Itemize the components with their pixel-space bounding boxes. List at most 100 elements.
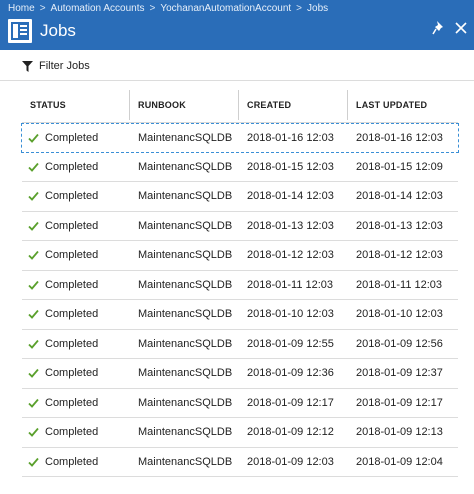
- status-text: Completed: [45, 160, 99, 173]
- status-cell: Completed: [28, 359, 98, 387]
- status-text: Completed: [45, 278, 99, 291]
- checkmark-icon: [28, 457, 39, 467]
- status-text: Completed: [45, 190, 99, 202]
- created-cell: 2018-01-09 12:12: [247, 426, 334, 438]
- table-row[interactable]: Completed MaintenancSQLDB 2018-01-14 12:03…: [22, 182, 458, 212]
- table-row[interactable]: Completed MaintenancSQLDB 2018-01-11 12:03…: [22, 271, 458, 300]
- breadcrumb-separator: >: [149, 3, 156, 14]
- runbook-cell: MaintenancSQLDB: [138, 249, 233, 261]
- column-divider[interactable]: [238, 90, 239, 120]
- runbook-cell: MaintenancSQLDB: [138, 278, 233, 291]
- checkmark-icon: [28, 368, 39, 378]
- created-cell: 2018-01-09 12:55: [247, 337, 334, 350]
- runbook-cell: MaintenancSQLDB: [138, 426, 233, 438]
- checkmark-icon: [28, 309, 39, 319]
- breadcrumb-home[interactable]: Home: [8, 3, 35, 14]
- status-text: Completed: [45, 426, 99, 438]
- last-updated-cell: 2018-01-10 12:03: [356, 308, 443, 320]
- table-header: STATUS RUNBOOK CREATED LAST UPDATED: [22, 88, 458, 123]
- status-text: Completed: [45, 337, 99, 350]
- column-header-status[interactable]: STATUS: [30, 88, 66, 122]
- checkmark-icon: [28, 339, 39, 349]
- created-cell: 2018-01-09 12:36: [247, 367, 334, 379]
- pin-icon[interactable]: [432, 20, 446, 36]
- checkmark-icon: [28, 221, 39, 231]
- last-updated-cell: 2018-01-13 12:03: [356, 219, 443, 232]
- filter-jobs-label: Filter Jobs: [39, 60, 90, 72]
- column-header-last-updated[interactable]: LAST UPDATED: [356, 88, 427, 122]
- runbook-cell: MaintenancSQLDB: [138, 455, 233, 468]
- column-divider[interactable]: [347, 90, 348, 120]
- breadcrumb-separator: >: [39, 3, 46, 14]
- column-header-created[interactable]: CREATED: [247, 88, 291, 122]
- status-text: Completed: [45, 132, 99, 144]
- filter-jobs-button[interactable]: Filter Jobs: [22, 58, 90, 74]
- created-cell: 2018-01-16 12:03: [247, 132, 334, 144]
- last-updated-cell: 2018-01-16 12:03: [356, 132, 443, 144]
- status-cell: Completed: [28, 241, 98, 269]
- runbook-cell: MaintenancSQLDB: [138, 396, 233, 409]
- status-cell: Completed: [28, 418, 98, 446]
- status-cell: Completed: [28, 182, 98, 210]
- checkmark-icon: [28, 133, 39, 143]
- runbook-cell: MaintenancSQLDB: [138, 219, 233, 232]
- last-updated-cell: 2018-01-14 12:03: [356, 190, 443, 202]
- runbook-cell: MaintenancSQLDB: [138, 367, 233, 379]
- last-updated-cell: 2018-01-12 12:03: [356, 249, 443, 261]
- status-cell: Completed: [28, 448, 98, 476]
- table-row[interactable]: Completed MaintenancSQLDB 2018-01-10 12:03…: [22, 300, 458, 330]
- created-cell: 2018-01-12 12:03: [247, 249, 334, 261]
- table-row[interactable]: Completed MaintenancSQLDB 2018-01-12 12:03…: [22, 241, 458, 271]
- status-cell: Completed: [28, 271, 98, 299]
- breadcrumb-automation-accounts[interactable]: Automation Accounts: [51, 3, 145, 14]
- table-row[interactable]: Completed MaintenancSQLDB 2018-01-09 12:03…: [22, 448, 458, 477]
- table-row[interactable]: Completed MaintenancSQLDB 2018-01-09 12:17…: [22, 389, 458, 418]
- status-cell: Completed: [28, 124, 98, 152]
- breadcrumb-automation-account[interactable]: YochananAutomationAccount: [160, 3, 291, 14]
- status-text: Completed: [45, 249, 99, 261]
- created-cell: 2018-01-11 12:03: [247, 278, 334, 291]
- status-text: Completed: [45, 367, 99, 379]
- jobs-table: STATUS RUNBOOK CREATED LAST UPDATED Comp…: [21, 88, 459, 477]
- column-divider[interactable]: [129, 90, 130, 120]
- created-cell: 2018-01-15 12:03: [247, 160, 334, 173]
- status-text: Completed: [45, 455, 99, 468]
- close-icon[interactable]: [455, 21, 467, 34]
- table-row[interactable]: Completed MaintenancSQLDB 2018-01-09 12:36…: [22, 359, 458, 389]
- status-cell: Completed: [28, 153, 98, 181]
- last-updated-cell: 2018-01-09 12:37: [356, 367, 443, 379]
- last-updated-cell: 2018-01-15 12:09: [356, 160, 443, 173]
- column-header-runbook[interactable]: RUNBOOK: [138, 88, 186, 122]
- created-cell: 2018-01-09 12:17: [247, 396, 334, 409]
- filter-icon: [22, 60, 33, 72]
- table-row[interactable]: Completed MaintenancSQLDB 2018-01-16 12:03…: [21, 123, 459, 153]
- table-row[interactable]: Completed MaintenancSQLDB 2018-01-09 12:55…: [22, 330, 458, 359]
- table-row[interactable]: Completed MaintenancSQLDB 2018-01-15 12:03…: [22, 153, 458, 182]
- checkmark-icon: [28, 427, 39, 437]
- created-cell: 2018-01-09 12:03: [247, 455, 334, 468]
- status-text: Completed: [45, 396, 99, 409]
- checkmark-icon: [28, 280, 39, 290]
- table-row[interactable]: Completed MaintenancSQLDB 2018-01-09 12:12…: [22, 418, 458, 448]
- created-cell: 2018-01-13 12:03: [247, 219, 334, 232]
- status-text: Completed: [45, 219, 99, 232]
- breadcrumb: Home > Automation Accounts > YochananAut…: [8, 1, 328, 16]
- breadcrumb-separator: >: [296, 3, 303, 14]
- last-updated-cell: 2018-01-09 12:04: [356, 455, 443, 468]
- runbook-cell: MaintenancSQLDB: [138, 190, 233, 202]
- last-updated-cell: 2018-01-11 12:03: [356, 278, 443, 291]
- status-cell: Completed: [28, 389, 98, 417]
- checkmark-icon: [28, 250, 39, 260]
- page-title: Jobs: [40, 21, 76, 40]
- runbook-cell: MaintenancSQLDB: [138, 337, 233, 350]
- jobs-list-icon: [8, 19, 32, 43]
- status-cell: Completed: [28, 212, 98, 240]
- table-body: Completed MaintenancSQLDB 2018-01-16 12:03…: [21, 123, 459, 477]
- status-cell: Completed: [28, 330, 98, 358]
- runbook-cell: MaintenancSQLDB: [138, 160, 233, 173]
- checkmark-icon: [28, 162, 39, 172]
- blade-header: Home > Automation Accounts > YochananAut…: [0, 0, 474, 50]
- created-cell: 2018-01-10 12:03: [247, 308, 334, 320]
- table-row[interactable]: Completed MaintenancSQLDB 2018-01-13 12:03…: [22, 212, 458, 241]
- runbook-cell: MaintenancSQLDB: [138, 308, 233, 320]
